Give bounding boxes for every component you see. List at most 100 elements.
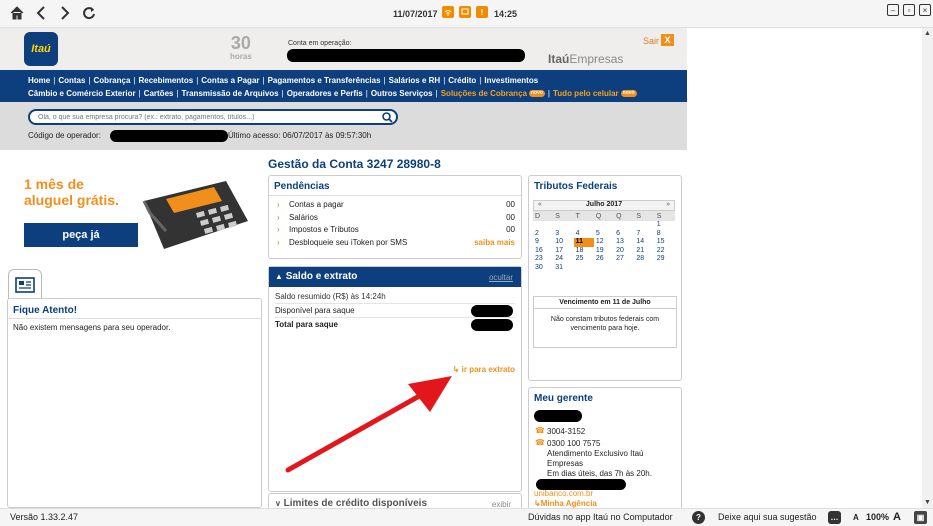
comment-icon[interactable]: … bbox=[828, 511, 841, 524]
calendar-day[interactable]: 16 bbox=[533, 247, 553, 256]
calendar-day[interactable]: 3 bbox=[553, 230, 573, 239]
close-icon[interactable]: × bbox=[919, 4, 931, 16]
ocultar-link[interactable]: ocultar bbox=[489, 273, 513, 282]
calendar-day[interactable]: 11 bbox=[573, 238, 594, 247]
chevron-right-icon[interactable] bbox=[56, 4, 74, 22]
news-tab[interactable] bbox=[8, 269, 42, 299]
calendar-day bbox=[533, 221, 553, 230]
calendar-day[interactable]: 27 bbox=[614, 255, 634, 264]
calendar-day[interactable]: 12 bbox=[594, 238, 614, 247]
calendar-day[interactable]: 31 bbox=[553, 264, 573, 273]
menu-item[interactable]: Home bbox=[28, 76, 50, 85]
calendar-day[interactable]: 8 bbox=[655, 230, 675, 239]
calendar-day[interactable]: 17 bbox=[553, 247, 573, 256]
calendar-day[interactable]: 29 bbox=[655, 255, 675, 264]
calendar-day bbox=[594, 221, 614, 230]
calendar-day[interactable]: 22 bbox=[655, 247, 675, 256]
weekday-header: Q bbox=[614, 211, 635, 221]
duvidas-link[interactable]: Dúvidas no app Itaú no Computador bbox=[528, 512, 673, 522]
menu-item[interactable]: Cartões bbox=[144, 89, 174, 98]
calendar-day[interactable]: 1 bbox=[655, 221, 675, 230]
menu-item[interactable]: Operadores e Perfis bbox=[287, 89, 363, 98]
pendencia-item[interactable]: Desbloqueie seu iToken por SMSsaiba mais bbox=[275, 237, 515, 250]
calendar-day[interactable]: 13 bbox=[614, 238, 634, 247]
menu-item[interactable]: Investimentos bbox=[484, 76, 538, 85]
wifi-icon[interactable] bbox=[442, 6, 454, 18]
scrollbar[interactable]: ▲ ▼ bbox=[922, 28, 933, 508]
calendar-day[interactable]: 25 bbox=[574, 255, 594, 264]
sugestao-link[interactable]: Deixe aqui sua sugestão bbox=[718, 512, 817, 522]
calendar-day[interactable]: 26 bbox=[594, 255, 614, 264]
calendar-day[interactable]: 2 bbox=[533, 230, 553, 239]
sair-link[interactable]: Sair bbox=[643, 36, 659, 46]
saldo-header[interactable]: ▲ Saldo e extrato ocultar bbox=[269, 267, 521, 287]
refresh-icon[interactable] bbox=[80, 4, 98, 22]
menu-item[interactable]: Câmbio e Comércio Exterior bbox=[28, 89, 136, 98]
menu-item[interactable]: Tudo pelo celular bbox=[553, 89, 619, 98]
menu-item[interactable]: Salários e RH bbox=[389, 76, 441, 85]
sair-close-icon[interactable]: X bbox=[661, 34, 674, 46]
menu-item[interactable]: Transmissão de Arquivos bbox=[182, 89, 279, 98]
menu-separator: | bbox=[133, 76, 136, 85]
calendar-day[interactable]: 14 bbox=[634, 238, 654, 247]
fullscreen-icon[interactable]: ▣ bbox=[914, 511, 927, 524]
calendar-day[interactable]: 15 bbox=[655, 238, 675, 247]
calendar-next[interactable]: » bbox=[666, 201, 670, 208]
calendar-day[interactable]: 9 bbox=[533, 238, 553, 247]
menu-item[interactable]: Recebimentos bbox=[139, 76, 194, 85]
help-icon[interactable]: ? bbox=[692, 511, 705, 524]
calendar-day[interactable]: 7 bbox=[634, 230, 654, 239]
ir-para-extrato-link[interactable]: ↳ ir para extrato bbox=[453, 365, 515, 374]
calendar-day[interactable]: 24 bbox=[553, 255, 573, 264]
calendar-day bbox=[614, 264, 634, 273]
calendar-day[interactable]: 10 bbox=[553, 238, 573, 247]
calendar-day[interactable]: 20 bbox=[614, 247, 634, 256]
calendar-day[interactable]: 23 bbox=[533, 255, 553, 264]
home-icon[interactable] bbox=[8, 4, 26, 22]
scroll-down-icon[interactable]: ▼ bbox=[924, 499, 931, 506]
calendar-day[interactable]: 6 bbox=[614, 230, 634, 239]
saiba-mais-link[interactable]: saiba mais bbox=[474, 237, 515, 250]
redacted-value bbox=[471, 305, 513, 317]
minha-agencia-link[interactable]: ↳Minha Agência bbox=[534, 499, 597, 508]
current-date: 11/07/2017 bbox=[393, 9, 438, 19]
zoom-in-button[interactable]: A bbox=[893, 511, 901, 523]
calendar-day[interactable]: 4 bbox=[574, 230, 594, 239]
menu-item[interactable]: Cobrança bbox=[94, 76, 131, 85]
scroll-up-icon[interactable]: ▲ bbox=[924, 30, 931, 37]
calendar-day[interactable]: 21 bbox=[634, 247, 654, 256]
itau-logo[interactable]: Itaú bbox=[24, 32, 58, 66]
calendar-day[interactable]: 5 bbox=[594, 230, 614, 239]
calendar-prev[interactable]: « bbox=[538, 201, 542, 208]
promo-banner[interactable]: 1 mês de aluguel grátis. peça já bbox=[24, 171, 264, 261]
menu-item[interactable]: Outros Serviços bbox=[371, 89, 433, 98]
calendar-day[interactable]: 18 bbox=[574, 247, 594, 256]
calendar-day[interactable]: 30 bbox=[533, 264, 553, 273]
menu-row-1: Home | Contas | Cobrança | Recebimentos | Contas… bbox=[28, 74, 687, 87]
weekday-header: D bbox=[533, 211, 554, 221]
search-input[interactable] bbox=[38, 111, 378, 124]
menu-item[interactable]: Pagamentos e Transferências bbox=[268, 76, 381, 85]
chevron-left-icon[interactable] bbox=[32, 4, 50, 22]
search-icon[interactable] bbox=[382, 112, 393, 125]
pendencia-item[interactable]: Impostos e Tributos00 bbox=[275, 224, 515, 237]
version-text: Versão 1.33.2.47 bbox=[10, 512, 79, 522]
restore-icon[interactable]: ▫ bbox=[903, 4, 915, 16]
unibanco-link[interactable]: unibanco.com.br bbox=[534, 489, 593, 498]
zoom-out-button[interactable]: A bbox=[853, 513, 859, 522]
promo-line-2: aluguel grátis. bbox=[24, 192, 119, 208]
menu-item[interactable]: Contas bbox=[58, 76, 85, 85]
peca-ja-button[interactable]: peça já bbox=[24, 223, 138, 247]
menu-item[interactable]: Crédito bbox=[448, 76, 476, 85]
header: Itaú 30 horas Conta em operação: ItaúEmp… bbox=[0, 28, 687, 70]
chat-icon[interactable] bbox=[459, 6, 471, 18]
pendencia-item[interactable]: Salários00 bbox=[275, 212, 515, 225]
menu-item[interactable]: Contas a Pagar bbox=[201, 76, 259, 85]
calendar-day[interactable]: 19 bbox=[594, 247, 614, 256]
calendar-day bbox=[553, 221, 573, 230]
minimize-icon[interactable]: – bbox=[887, 4, 899, 16]
pendencia-item[interactable]: Contas a pagar00 bbox=[275, 199, 515, 212]
calendar-day[interactable]: 28 bbox=[634, 255, 654, 264]
info-icon[interactable]: ! bbox=[476, 6, 488, 18]
menu-item[interactable]: Soluções de Cobrança bbox=[441, 89, 527, 98]
